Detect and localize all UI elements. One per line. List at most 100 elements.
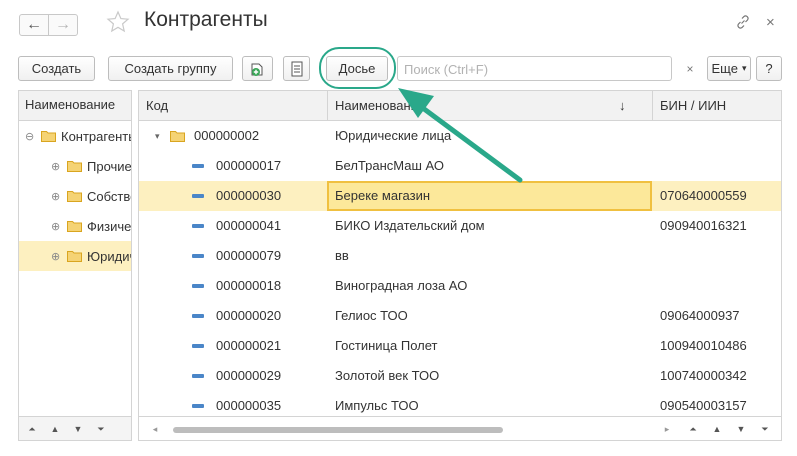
cell-code: 000000017: [216, 158, 282, 173]
cell-name: вв: [335, 248, 349, 263]
expand-icon[interactable]: ⊕: [51, 160, 60, 173]
expand-group-icon[interactable]: ▾: [155, 131, 160, 142]
cell-bin: 070640000559: [660, 188, 747, 203]
link-icon[interactable]: [735, 14, 751, 30]
cell-code: 000000041: [216, 218, 282, 233]
scroll-left-icon[interactable]: ◂: [147, 421, 163, 437]
search-clear-icon[interactable]: ×: [680, 57, 700, 80]
first-page-icon[interactable]: ⏶: [24, 421, 40, 437]
tree-item-other[interactable]: ⊕ Прочие: [19, 151, 132, 181]
cell-bin: 09064000937: [660, 308, 740, 323]
tree-item-root[interactable]: ⊖ Контрагенты: [19, 121, 132, 151]
search-placeholder: Поиск (Ctrl+F): [404, 62, 489, 77]
search-input[interactable]: Поиск (Ctrl+F): [397, 56, 672, 81]
cell-code: 000000030: [216, 188, 282, 203]
arrow-right-icon: →: [55, 16, 71, 33]
table-row[interactable]: 000000021 Гостиница Полет 100940010486: [139, 331, 781, 361]
more-label: Еще: [711, 61, 738, 76]
table-row[interactable]: 000000079 вв: [139, 241, 781, 271]
table-row[interactable]: 000000020 Гелиос ТОО 09064000937: [139, 301, 781, 331]
page-up-icon[interactable]: ▲: [709, 421, 725, 437]
arrow-left-icon: ←: [26, 16, 42, 33]
favorite-star-icon[interactable]: [106, 10, 130, 34]
cell-name: Гелиос ТОО: [335, 308, 408, 323]
create-group-button[interactable]: Создать группу: [108, 56, 233, 81]
close-icon[interactable]: ×: [766, 14, 775, 31]
cell-code: 000000035: [216, 398, 282, 413]
cell-bin: 090940016321: [660, 218, 747, 233]
table-row[interactable]: 000000017 БелТрансМаш АО: [139, 151, 781, 181]
more-button[interactable]: Еще ▾: [707, 56, 751, 81]
tree-item-individuals[interactable]: ⊕ Физические лица: [19, 211, 131, 241]
tree-item-own[interactable]: ⊕ Собственные: [19, 181, 131, 211]
cell-name: БИКО Издательский дом: [335, 218, 485, 233]
cell-name: БелТрансМаш АО: [335, 158, 445, 173]
new-folder-icon: [251, 63, 262, 76]
document-list-icon: [291, 61, 302, 76]
last-page-icon[interactable]: ⏷: [93, 421, 109, 437]
dossier-button[interactable]: Досье: [326, 56, 388, 81]
cell-name: Золотой век ТОО: [335, 368, 440, 383]
last-page-icon[interactable]: ⏷: [757, 421, 773, 437]
expand-icon[interactable]: ⊕: [51, 190, 60, 203]
expand-icon[interactable]: ⊕: [51, 220, 60, 233]
cell-bin: 100740000342: [660, 368, 747, 383]
groups-tree-panel: Наименование ⊖ Контрагенты ⊕ Прочие ⊕ Со…: [18, 90, 132, 441]
help-button[interactable]: ?: [756, 56, 782, 81]
tree-item-label: Собственные: [87, 188, 131, 204]
page-up-icon[interactable]: ▲: [47, 421, 63, 437]
tree-item-label: Прочие: [87, 158, 132, 174]
table-group-row[interactable]: ▾ 000000002 Юридические лица: [139, 121, 781, 151]
table-row[interactable]: 000000029 Золотой век ТОО 100740000342: [139, 361, 781, 391]
element-icon: [192, 314, 204, 318]
cell-code: 000000021: [216, 338, 282, 353]
page-down-icon[interactable]: ▼: [70, 421, 86, 437]
cell-code: 000000020: [216, 308, 282, 323]
first-page-icon[interactable]: ⏶: [685, 421, 701, 437]
element-icon: [192, 404, 204, 408]
column-header-name[interactable]: Наименование ↓: [327, 91, 652, 121]
column-header-name-label: Наименование: [335, 98, 426, 113]
back-button[interactable]: ←: [19, 14, 49, 36]
create-button[interactable]: Создать: [18, 56, 95, 81]
cell-name: Импульс ТОО: [335, 398, 419, 413]
expand-icon[interactable]: ⊕: [51, 250, 60, 263]
folder-icon: [41, 131, 56, 142]
horizontal-scrollbar[interactable]: [173, 427, 503, 433]
sort-descending-icon: ↓: [619, 98, 626, 113]
cell-code: 000000029: [216, 368, 282, 383]
tree-column-header[interactable]: Наименование: [19, 91, 131, 121]
column-header-bin[interactable]: БИН / ИИН: [652, 91, 781, 121]
element-icon: [192, 224, 204, 228]
cell-bin: 090540003157: [660, 398, 747, 413]
column-header-code[interactable]: Код: [139, 91, 327, 121]
element-icon: [192, 344, 204, 348]
cell-code: 000000002: [194, 128, 260, 143]
cell-name: Юридические лица: [335, 128, 452, 143]
tree-item-label: Юридические лица: [87, 248, 131, 264]
cell-name: Гостиница Полет: [335, 338, 438, 353]
folder-icon: [67, 161, 82, 172]
tree-item-label: Контрагенты: [61, 128, 132, 144]
table-row[interactable]: 000000041 БИКО Издательский дом 09094001…: [139, 211, 781, 241]
element-icon: [192, 374, 204, 378]
report-button[interactable]: [283, 56, 310, 81]
table-row-selected[interactable]: 000000030 Береке магазин 070640000559: [139, 181, 781, 211]
cell-name: Береке магазин: [335, 188, 431, 203]
create-folder-button[interactable]: [242, 56, 273, 81]
forward-button[interactable]: →: [48, 14, 78, 36]
scroll-right-icon[interactable]: ▸: [659, 421, 675, 437]
tree-item-legal-entities[interactable]: ⊕ Юридические лица: [19, 241, 131, 271]
element-icon: [192, 194, 204, 198]
folder-icon: [67, 251, 82, 262]
cell-name: Виноградная лоза АО: [335, 278, 468, 293]
tree-pager: ⏶ ▲ ▼ ⏷: [19, 416, 131, 440]
folder-icon: [67, 221, 82, 232]
window-titlebar: ← → Контрагенты ×: [0, 0, 797, 44]
element-icon: [192, 164, 204, 168]
table-footer: ◂ ▸ ⏶ ▲ ▼ ⏷: [139, 416, 781, 440]
cell-code: 000000018: [216, 278, 282, 293]
collapse-icon[interactable]: ⊖: [25, 130, 34, 143]
page-down-icon[interactable]: ▼: [733, 421, 749, 437]
table-row[interactable]: 000000018 Виноградная лоза АО: [139, 271, 781, 301]
